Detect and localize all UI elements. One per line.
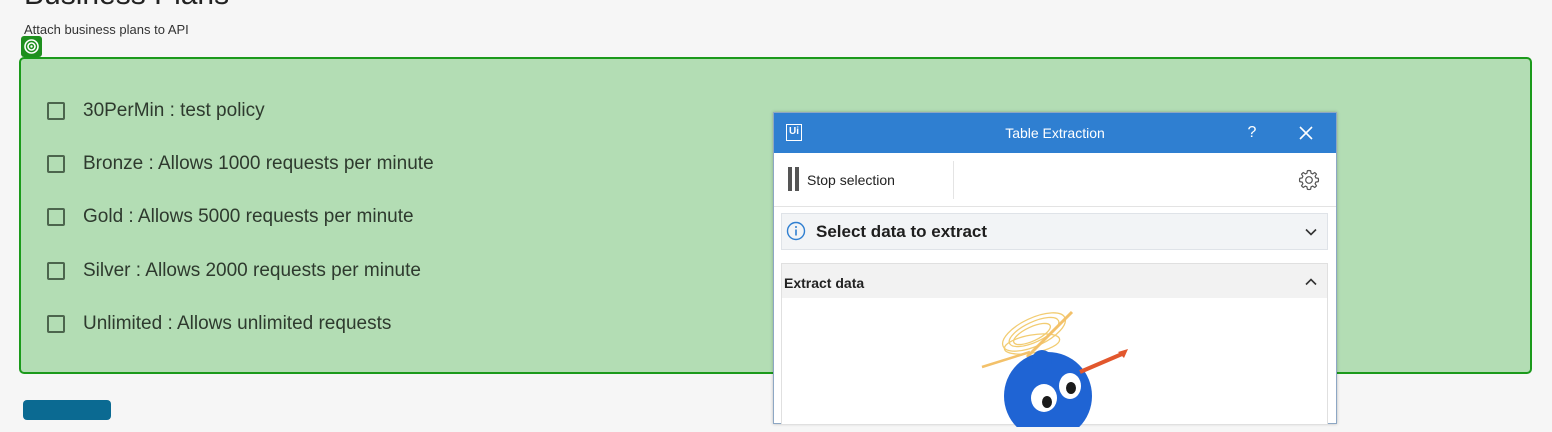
select-data-label: Select data to extract (816, 222, 988, 241)
extract-data-section: Extract data (781, 263, 1328, 432)
extract-data-section-header[interactable]: Extract data (782, 264, 1327, 298)
stop-selection-button[interactable]: Stop selection (807, 172, 895, 188)
info-icon (786, 221, 806, 241)
help-button[interactable]: ? (1242, 123, 1262, 143)
plan-checkbox[interactable] (47, 315, 65, 333)
toolbar-divider (953, 161, 954, 199)
plan-checkbox[interactable] (47, 208, 65, 226)
primary-button[interactable] (23, 400, 111, 420)
plan-label: Bronze : Allows 1000 requests per minute (83, 153, 434, 174)
plan-checkbox[interactable] (47, 262, 65, 280)
dialog-titlebar[interactable]: Ui Table Extraction ? (774, 113, 1336, 153)
table-extraction-dialog: Ui Table Extraction ? Stop selection Sel… (773, 112, 1337, 432)
page-title: Business Plans (24, 0, 229, 12)
close-icon[interactable] (1296, 123, 1316, 143)
plan-label: Unlimited : Allows unlimited requests (83, 313, 392, 334)
plan-checkbox[interactable] (47, 102, 65, 120)
target-icon[interactable] (21, 36, 42, 57)
select-data-section-header[interactable]: Select data to extract (781, 213, 1328, 250)
plan-option-gold[interactable]: Gold : Allows 5000 requests per minute (47, 205, 414, 229)
chevron-down-icon[interactable] (1303, 224, 1319, 240)
page-subtitle: Attach business plans to API (24, 22, 189, 37)
gear-icon[interactable] (1297, 168, 1321, 192)
plan-option-silver[interactable]: Silver : Allows 2000 requests per minute (47, 259, 421, 283)
plan-option-unlimited[interactable]: Unlimited : Allows unlimited requests (47, 312, 391, 336)
plan-label: 30PerMin : test policy (83, 100, 265, 121)
robot-illustration (972, 302, 1152, 432)
plan-option-bronze[interactable]: Bronze : Allows 1000 requests per minute (47, 152, 434, 176)
extract-data-label: Extract data (784, 275, 865, 291)
plan-label: Silver : Allows 2000 requests per minute (83, 260, 421, 281)
chevron-up-icon[interactable] (1303, 274, 1319, 290)
plan-option-30permin[interactable]: 30PerMin : test policy (47, 99, 265, 123)
pause-icon[interactable] (788, 167, 800, 191)
plan-checkbox[interactable] (47, 155, 65, 173)
plan-label: Gold : Allows 5000 requests per minute (83, 206, 414, 227)
dialog-toolbar: Stop selection (774, 153, 1336, 207)
